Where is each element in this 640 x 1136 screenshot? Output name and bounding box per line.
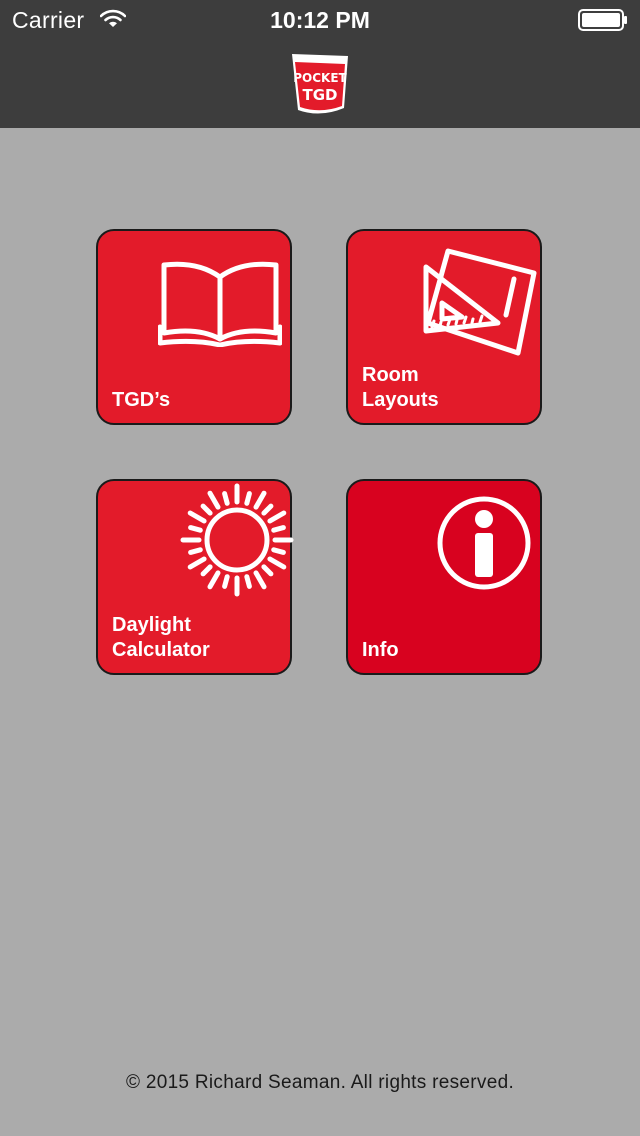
- sun-ray: [271, 525, 286, 533]
- sun-ray: [253, 490, 267, 510]
- battery-icon: [578, 9, 627, 31]
- sun-ray: [271, 547, 286, 555]
- sun-ray: [222, 574, 230, 589]
- sun-ray: [207, 490, 221, 510]
- daylight-calculator-button[interactable]: Daylight Calculator: [96, 479, 294, 675]
- sun-ray: [267, 510, 287, 524]
- sun-ray: [207, 570, 221, 590]
- sun-ray: [244, 574, 252, 589]
- open-book-icon: [158, 261, 282, 347]
- info-button[interactable]: Info: [346, 479, 542, 675]
- sun-ray: [267, 556, 287, 570]
- sun-ray: [222, 491, 230, 506]
- copyright-footer: © 2015 Richard Seaman. All rights reserv…: [125, 1072, 515, 1093]
- status-time: 10:12 PM: [270, 7, 370, 33]
- sun-ray: [261, 503, 274, 516]
- status-bar: Carrier 10:12 PM: [0, 0, 640, 40]
- room-layouts-button[interactable]: Room Layouts: [346, 229, 542, 425]
- sun-ray: [200, 564, 213, 577]
- tgds-button[interactable]: TGD’s: [96, 229, 292, 425]
- sun-ray: [253, 570, 267, 590]
- tile-label-daylight-calculator: Daylight Calculator: [112, 614, 210, 661]
- tile-label-tgds: TGD’s: [112, 389, 171, 411]
- sun-ray: [188, 525, 203, 533]
- tile-label-info: Info: [362, 639, 399, 661]
- sun-ray: [187, 556, 207, 570]
- tile-label-room-layouts: Room Layouts: [362, 364, 439, 411]
- sun-ray: [187, 510, 207, 524]
- logo-line-2: TGD: [303, 86, 338, 104]
- sun-ray: [261, 564, 274, 577]
- set-square-drawing-icon: [423, 248, 537, 356]
- sun-ray: [188, 547, 203, 555]
- sun-ray: [200, 503, 213, 516]
- pocket-tgd-logo: POCKET TGD: [292, 54, 348, 114]
- sun-ray: [244, 491, 252, 506]
- sun-icon: [180, 483, 294, 597]
- nav-header: Carrier 10:12 PM POCKET TGD: [0, 0, 640, 128]
- logo-line-1: POCKET: [293, 71, 347, 85]
- info-icon: [437, 496, 531, 590]
